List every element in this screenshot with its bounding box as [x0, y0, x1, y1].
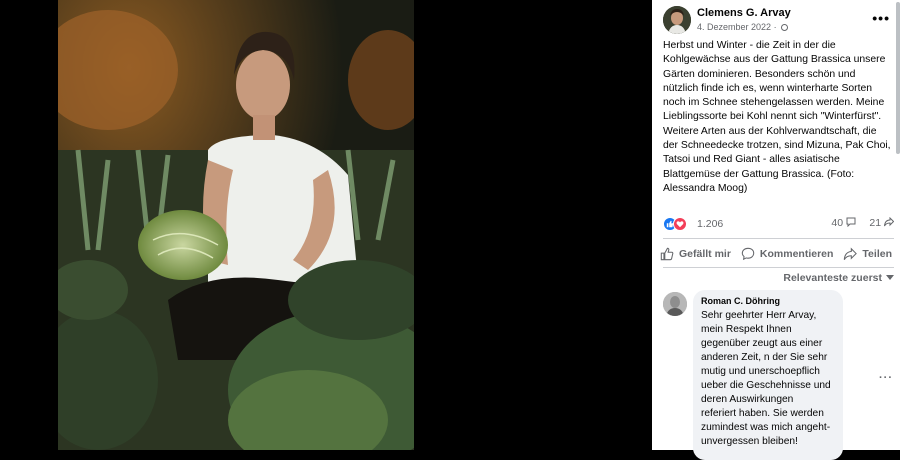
- share-button-label: Teilen: [862, 248, 892, 260]
- more-horizontal-icon[interactable]: •••: [872, 10, 890, 26]
- date-separator: ·: [773, 22, 777, 32]
- comment-bubble: Roman C. Döhring Sehr geehrter Herr Arva…: [693, 290, 843, 460]
- comment-bubble-icon: [846, 217, 856, 228]
- comment-icon: [741, 247, 755, 261]
- comment-count[interactable]: 40: [831, 217, 856, 229]
- comment-count-value: 40: [831, 217, 844, 229]
- author-avatar[interactable]: [663, 6, 691, 34]
- share-count[interactable]: 21: [869, 216, 895, 229]
- share-count-value: 21: [869, 217, 882, 229]
- photo-viewer: [0, 0, 652, 450]
- commenter-name[interactable]: Roman C. Döhring: [701, 296, 835, 306]
- thumbs-up-icon: [660, 247, 674, 261]
- photo-illustration: [58, 0, 414, 450]
- comment-button-label: Kommentieren: [759, 248, 834, 260]
- post-date[interactable]: 4. Dezember 2022 ·: [697, 22, 789, 32]
- author-name[interactable]: Clemens G. Arvay: [697, 7, 791, 19]
- share-icon: [844, 247, 858, 260]
- reaction-icons[interactable]: [663, 216, 691, 232]
- chevron-down-icon: [886, 275, 894, 280]
- like-button[interactable]: Gefällt mir: [658, 244, 733, 264]
- post-actions: Gefällt mir Kommentieren Teilen: [658, 244, 894, 264]
- post-photo[interactable]: [58, 0, 414, 450]
- post-side-panel: Clemens G. Arvay 4. Dezember 2022 · ••• …: [652, 0, 900, 460]
- more-horizontal-icon[interactable]: ···: [879, 372, 893, 384]
- post-header: Clemens G. Arvay 4. Dezember 2022 · •••: [663, 6, 890, 38]
- like-button-label: Gefällt mir: [679, 248, 731, 260]
- comment-sort-dropdown[interactable]: Relevanteste zuerst: [783, 272, 894, 284]
- comment-text: Sehr geehrter Herr Arvay, mein Respekt I…: [701, 310, 831, 447]
- love-icon: [673, 217, 687, 231]
- share-arrow-icon: [884, 216, 895, 227]
- post-stats: 1.206 40 21: [663, 216, 895, 234]
- comment-button[interactable]: Kommentieren: [739, 244, 836, 264]
- divider: [663, 238, 894, 239]
- post-date-text[interactable]: 4. Dezember 2022: [697, 22, 771, 32]
- reaction-count[interactable]: 1.206: [697, 218, 723, 230]
- comment-sort-label: Relevanteste zuerst: [783, 272, 882, 284]
- scrollbar[interactable]: [896, 2, 900, 154]
- share-button[interactable]: Teilen: [841, 244, 894, 264]
- divider: [663, 267, 894, 268]
- commenter-avatar[interactable]: [663, 292, 687, 316]
- post-text: Herbst und Winter - die Zeit in der die …: [663, 40, 891, 194]
- globe-icon: [781, 24, 789, 31]
